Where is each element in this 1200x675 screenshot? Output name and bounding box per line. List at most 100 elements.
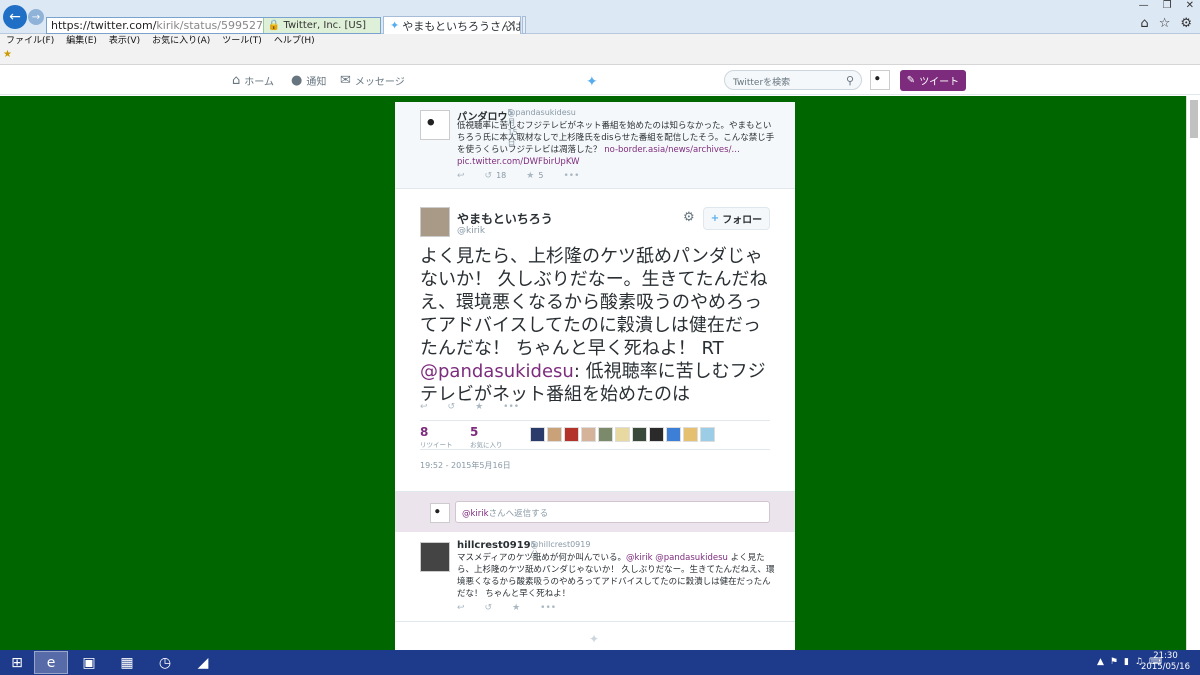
mention-link[interactable]: @kirik: [626, 553, 653, 563]
tweet-pic-link[interactable]: pic.twitter.com/DWFbirUpKW: [457, 157, 580, 167]
retweet-stat[interactable]: 8 リツイート: [420, 425, 453, 449]
clock-app-icon[interactable]: ◷: [148, 651, 182, 674]
close-tab-icon[interactable]: ✕: [507, 18, 516, 31]
menu-favorites[interactable]: お気に入り(A): [152, 34, 210, 49]
tweet-link[interactable]: no-border.asia/news/archives/…: [604, 145, 740, 155]
reply-input[interactable]: @kirikさんへ返信する: [455, 501, 770, 523]
forward-button[interactable]: →: [28, 9, 44, 25]
main-tweet-author-name[interactable]: やまもといちろう: [457, 210, 553, 227]
add-favorite-icon[interactable]: ★: [3, 49, 12, 60]
avatar[interactable]: [420, 542, 450, 572]
favorite-stat[interactable]: 5 お気に入り: [470, 425, 503, 449]
close-window-icon[interactable]: ✕: [1186, 0, 1194, 11]
main-tweet-author-handle[interactable]: @kirik: [457, 226, 485, 236]
author-handle: @pandasukidesu: [507, 108, 576, 117]
favorite-icon[interactable]: ★: [512, 603, 520, 613]
more-icon[interactable]: •••: [503, 402, 519, 412]
menu-help[interactable]: ヘルプ(H): [274, 34, 315, 49]
file-explorer-icon[interactable]: ▣: [72, 651, 106, 674]
tweet-body: よく見たら、上杉隆のケツ舐めパンダじゃないか！ 久しぶりだなー。生きてたんだねえ…: [420, 246, 768, 359]
search-input[interactable]: Twitterを検索 ⚲: [724, 70, 862, 90]
nav-home[interactable]: ⌂ ホーム: [232, 73, 274, 88]
retweet-label: リツイート: [420, 441, 453, 449]
reply-mention: @kirik: [462, 509, 489, 519]
more-icon[interactable]: •••: [563, 171, 579, 181]
tray-arrow-icon[interactable]: ▲: [1097, 657, 1104, 667]
avatar[interactable]: [649, 427, 664, 442]
restore-icon[interactable]: ❐: [1163, 0, 1172, 11]
system-clock[interactable]: 21:30 2015/05/16: [1141, 651, 1190, 673]
previous-tweet-text: 低視聴率に苦しむフジテレビがネット番組を始めたのは知らなかった。やまもといちろう…: [457, 120, 775, 168]
author-handle: @hillcrest0919: [530, 540, 591, 549]
windows-start-icon[interactable]: ⊞: [0, 651, 34, 674]
back-button[interactable]: ←: [3, 5, 27, 29]
avatar[interactable]: [615, 427, 630, 442]
twitter-bird-icon: ✦: [390, 19, 400, 32]
new-tab-button[interactable]: [522, 16, 526, 34]
reply-tweet-actions: ↩ ↺ ★ •••: [457, 603, 556, 613]
internet-explorer-icon[interactable]: e: [34, 651, 68, 674]
store-icon[interactable]: ▦: [110, 651, 144, 674]
avatar[interactable]: [420, 207, 450, 237]
reply-icon[interactable]: ↩: [420, 402, 428, 412]
avatar[interactable]: [564, 427, 579, 442]
retweet-icon[interactable]: ↺: [448, 402, 456, 412]
scrollbar[interactable]: [1186, 96, 1200, 650]
favorites-star-icon[interactable]: ☆: [1159, 16, 1171, 31]
retweet-icon[interactable]: ↺ 18: [485, 171, 507, 181]
reply-tweet[interactable]: hillcrest0919 @hillcrest0919 · 5 分 マスメディ…: [395, 533, 795, 622]
avatar[interactable]: [530, 427, 545, 442]
home-icon[interactable]: ⌂: [1140, 16, 1148, 31]
reply-tweet-author[interactable]: hillcrest0919 @hillcrest0919 · 5 分: [457, 540, 590, 559]
avatar[interactable]: [700, 427, 715, 442]
nav-messages[interactable]: ✉ メッセージ: [340, 73, 405, 88]
address-bar[interactable]: https://twitter.com/kirik/status/5995278…: [46, 17, 381, 34]
nav-notifications[interactable]: ● 通知: [291, 73, 326, 88]
ie-toolbar-icons: ⌂ ☆ ⚙: [1140, 16, 1192, 31]
menu-tools[interactable]: ツール(T): [222, 34, 262, 49]
previous-tweet[interactable]: パンダロウ @pandasukidesu · 5月15日 低視聴率に苦しむフジテ…: [395, 102, 795, 189]
mention-link[interactable]: @pandasukidesu: [655, 553, 728, 563]
favorite-icon[interactable]: ★ 5: [526, 171, 543, 181]
main-tweet-text: よく見たら、上杉隆のケツ舐めパンダじゃないか！ 久しぶりだなー。生きてたんだねえ…: [420, 245, 770, 406]
twitter-bird-icon[interactable]: ✦: [586, 74, 598, 90]
reply-icon[interactable]: ↩: [457, 171, 465, 181]
avatar[interactable]: [581, 427, 596, 442]
mention-link[interactable]: @pandasukidesu: [420, 361, 574, 382]
tweet-timestamp[interactable]: 19:52 - 2015年5月16日: [420, 460, 511, 471]
retweet-icon[interactable]: ↺: [485, 603, 493, 613]
avatar[interactable]: [420, 110, 450, 140]
search-icon[interactable]: ⚲: [846, 74, 854, 87]
favorite-icon[interactable]: ★: [475, 402, 483, 412]
avatar[interactable]: [683, 427, 698, 442]
avatar[interactable]: [666, 427, 681, 442]
minimize-icon[interactable]: —: [1139, 0, 1149, 11]
menu-file[interactable]: ファイル(F): [6, 34, 54, 49]
certificate-badge[interactable]: 🔒 Twitter, Inc. [US]: [262, 18, 380, 33]
window-controls: — ❐ ✕: [1139, 0, 1194, 11]
desktop-app-icon[interactable]: ◢: [186, 651, 220, 674]
follow-button[interactable]: + フォロー: [703, 207, 770, 230]
envelope-icon: ✉: [340, 73, 351, 88]
avatar[interactable]: [598, 427, 613, 442]
gear-icon[interactable]: ⚙: [683, 210, 695, 225]
tweet-body: マスメディアのケツ舐めが何か叫んでいる。: [457, 553, 626, 563]
flag-icon[interactable]: ⚑: [1110, 657, 1118, 667]
reply-icon[interactable]: ↩: [457, 603, 465, 613]
avatar[interactable]: [632, 427, 647, 442]
browser-tab[interactable]: ✦ やまもといちろうさんはTwitter... ✕: [383, 16, 521, 34]
more-icon[interactable]: •••: [540, 603, 556, 613]
menu-view[interactable]: 表示(V): [109, 34, 140, 49]
scrollbar-thumb[interactable]: [1190, 100, 1198, 138]
menu-edit[interactable]: 編集(E): [66, 34, 97, 49]
previous-tweet-actions: ↩ ↺ 18 ★ 5 •••: [457, 171, 579, 181]
user-avatar[interactable]: [870, 70, 890, 90]
tweet-button[interactable]: ✎ ツイート: [900, 70, 966, 91]
author-name: hillcrest0919: [457, 540, 531, 551]
favorite-count: 5: [538, 171, 544, 180]
avatar[interactable]: [547, 427, 562, 442]
clock-date: 2015/05/16: [1141, 662, 1190, 672]
gear-icon[interactable]: ⚙: [1180, 16, 1192, 31]
browser-chrome: ← → https://twitter.com/kirik/status/599…: [0, 0, 1200, 34]
network-icon[interactable]: ▮: [1124, 657, 1129, 667]
